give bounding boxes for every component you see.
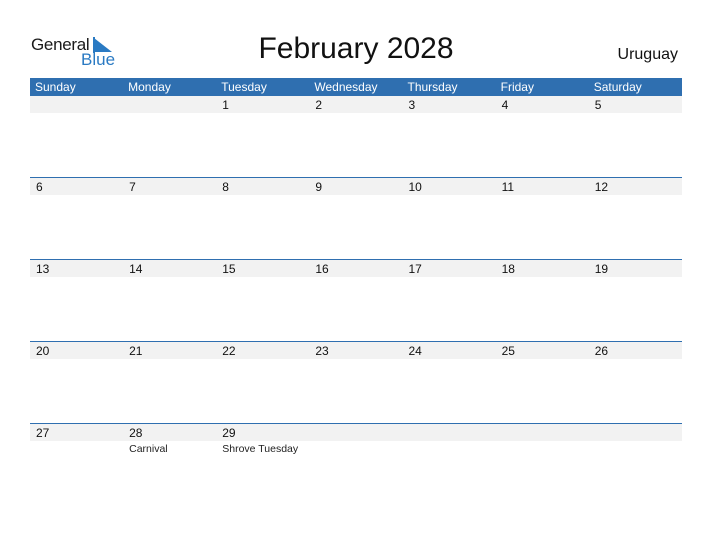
day-cell — [309, 424, 402, 441]
day-number: 5 — [594, 98, 602, 112]
weekday-wednesday: Wednesday — [314, 80, 378, 94]
day-number: 9 — [315, 180, 323, 194]
day-cell[interactable]: 12 — [589, 178, 682, 195]
weekday-sunday: Sunday — [35, 80, 76, 94]
page-title: February 2028 — [258, 32, 454, 65]
day-cell[interactable]: 29 Shrove Tuesday — [216, 424, 309, 455]
day-cell — [403, 424, 496, 441]
day-cell[interactable]: 26 — [589, 342, 682, 359]
day-cell[interactable]: 21 — [123, 342, 216, 359]
day-number: 23 — [315, 344, 329, 358]
day-cell[interactable]: 13 — [30, 260, 123, 277]
week-row: 13 14 15 16 17 18 19 — [30, 259, 682, 341]
day-cell[interactable]: 8 — [216, 178, 309, 195]
day-cell[interactable]: 17 — [403, 260, 496, 277]
weeks-container: 1 2 3 4 5 6 7 8 9 10 11 12 13 14 15 16 17 18 19 20 21 22 23 24 2… — [30, 96, 682, 505]
day-cell[interactable]: 7 — [123, 178, 216, 195]
day-cell[interactable]: 14 — [123, 260, 216, 277]
day-number: 16 — [315, 262, 329, 276]
day-cell[interactable]: 3 — [403, 96, 496, 113]
day-number: 22 — [222, 344, 236, 358]
day-cell[interactable]: 9 — [309, 178, 402, 195]
weekday-monday: Monday — [128, 80, 171, 94]
weekday-header: Sunday Monday Tuesday Wednesday Thursday Frid… — [30, 78, 682, 96]
date-strip: 27 28 Carnival 29 Shrove Tuesday — [30, 424, 682, 455]
week-row: 6 7 8 9 10 11 12 — [30, 177, 682, 259]
day-cell[interactable]: 15 — [216, 260, 309, 277]
day-cell[interactable]: 23 — [309, 342, 402, 359]
day-number: 12 — [594, 180, 609, 194]
day-number: 26 — [594, 344, 609, 358]
day-cell[interactable]: 19 — [589, 260, 682, 277]
day-cell[interactable]: 20 — [30, 342, 123, 359]
holiday-label: Carnival — [129, 443, 168, 455]
day-cell[interactable]: 2 — [309, 96, 402, 113]
day-number: 6 — [36, 180, 43, 194]
day-cell[interactable]: 24 — [403, 342, 496, 359]
day-cell[interactable]: 10 — [403, 178, 496, 195]
day-number: 21 — [129, 344, 143, 358]
day-number: 10 — [408, 180, 422, 194]
day-number: 7 — [129, 180, 136, 194]
day-cell[interactable]: 5 — [589, 96, 682, 113]
day-number: 24 — [408, 344, 422, 358]
day-cell[interactable]: 28 Carnival — [123, 424, 216, 455]
date-strip: 13 14 15 16 17 18 19 — [30, 260, 682, 277]
calendar-grid: Sunday Monday Tuesday Wednesday Thursday Frid… — [30, 78, 682, 505]
weekday-saturday: Saturday — [593, 80, 642, 94]
country-label: Uruguay — [617, 46, 678, 63]
weekday-tuesday: Tuesday — [221, 80, 267, 94]
day-number: 14 — [129, 262, 143, 276]
day-cell[interactable]: 16 — [309, 260, 402, 277]
weekday-friday: Friday — [500, 80, 534, 94]
day-number: 4 — [501, 98, 509, 112]
day-number: 2 — [315, 98, 323, 112]
day-cell[interactable]: 11 — [496, 178, 589, 195]
day-number: 27 — [36, 426, 50, 440]
day-number: 11 — [501, 180, 515, 194]
date-strip: 6 7 8 9 10 11 12 — [30, 178, 682, 195]
day-cell[interactable]: 18 — [496, 260, 589, 277]
day-number: 28 — [129, 426, 143, 440]
week-row: 1 2 3 4 5 — [30, 96, 682, 177]
day-cell[interactable]: 27 — [30, 424, 123, 441]
date-strip: 20 21 22 23 24 25 26 — [30, 342, 682, 359]
day-number: 17 — [408, 262, 422, 276]
week-row: 27 28 Carnival 29 Shrove Tuesday — [30, 423, 682, 505]
week-row: 20 21 22 23 24 25 26 — [30, 341, 682, 423]
day-number: 29 — [222, 426, 236, 440]
date-strip: 1 2 3 4 5 — [30, 96, 682, 113]
day-cell[interactable]: 25 — [496, 342, 589, 359]
day-number: 19 — [594, 262, 609, 276]
day-number: 25 — [501, 344, 515, 358]
day-cell — [589, 424, 682, 441]
day-cell[interactable]: 1 — [216, 96, 309, 113]
day-number: 3 — [408, 98, 416, 112]
day-number: 20 — [36, 344, 50, 358]
day-number: 1 — [222, 98, 229, 112]
weekday-thursday: Thursday — [407, 80, 458, 94]
day-number: 13 — [36, 262, 50, 276]
day-number: 18 — [501, 262, 515, 276]
holiday-label: Shrove Tuesday — [222, 443, 299, 455]
day-cell[interactable]: 6 — [30, 178, 123, 195]
day-cell — [496, 424, 589, 441]
day-number: 8 — [222, 180, 229, 194]
day-number: 15 — [222, 262, 236, 276]
day-cell — [123, 96, 216, 113]
day-cell — [30, 96, 123, 113]
day-cell[interactable]: 4 — [496, 96, 589, 113]
day-cell[interactable]: 22 — [216, 342, 309, 359]
